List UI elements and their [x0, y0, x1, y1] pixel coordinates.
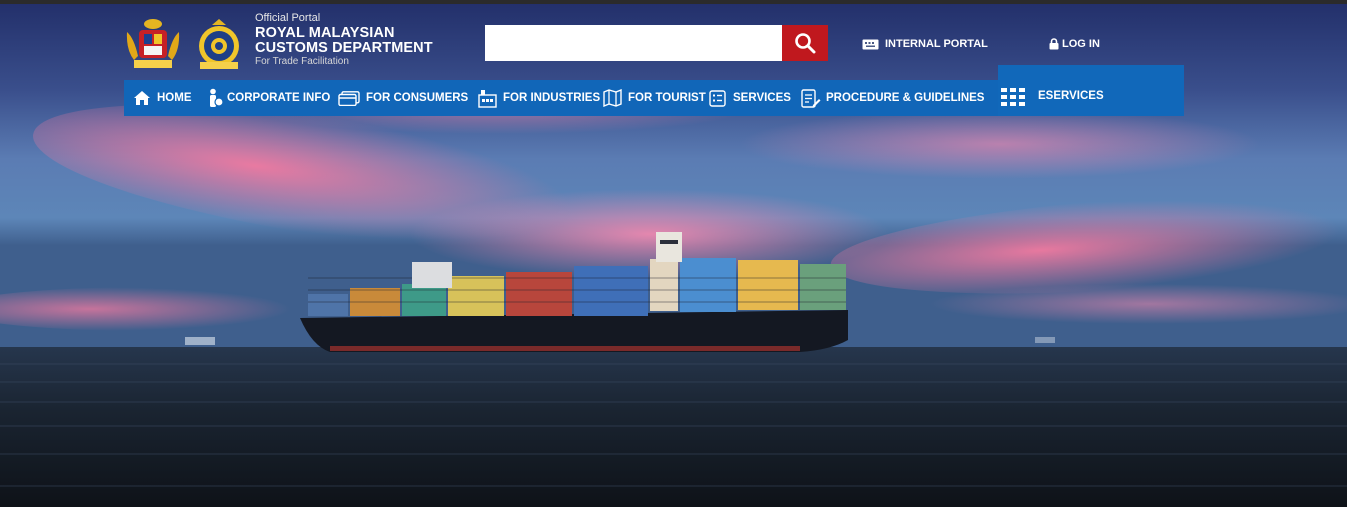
list-icon [709, 89, 726, 107]
document-edit-icon [801, 88, 821, 108]
internal-portal-link[interactable]: INTERNAL PORTAL [862, 38, 988, 50]
logos [124, 16, 248, 72]
main-navigation: HOME CORPORATE INFO FOR CONSUMERS FOR IN… [124, 80, 998, 116]
grid-icon [1001, 88, 1025, 106]
nav-item-label: FOR TOURIST [628, 92, 706, 104]
portal-subtitle: Official Portal [255, 12, 321, 24]
nav-item-home[interactable]: HOME [133, 80, 192, 116]
search-button[interactable] [782, 25, 828, 61]
info-person-icon [210, 88, 224, 107]
nav-item-label: FOR INDUSTRIES [503, 92, 601, 104]
customs-department-logo [199, 19, 239, 69]
nav-item-label: CORPORATE INFO [227, 92, 331, 104]
eservices-label: ESERVICES [1038, 90, 1104, 102]
search-bar [485, 25, 828, 61]
nav-item-label: PROCEDURE & GUIDELINES [826, 92, 985, 104]
nav-item-label: FOR CONSUMERS [366, 92, 469, 104]
site-branding[interactable]: Official Portal ROYAL MALAYSIAN CUSTOMS … [255, 13, 433, 67]
factory-icon [478, 90, 497, 108]
login-label: LOG IN [1062, 38, 1100, 50]
malaysia-coat-of-arms-logo [126, 19, 180, 68]
site-tagline: For Trade Facilitation [255, 56, 349, 67]
nav-item-services[interactable]: SERVICES [709, 80, 791, 116]
nav-item-label: HOME [157, 92, 192, 104]
card-icon [338, 90, 360, 106]
map-icon [603, 89, 622, 107]
nav-item-for-consumers[interactable]: FOR CONSUMERS [338, 80, 468, 116]
nav-item-for-industries[interactable]: FOR INDUSTRIES [478, 80, 600, 116]
keyboard-icon [862, 39, 879, 49]
nav-item-for-tourist[interactable]: FOR TOURIST [603, 80, 706, 116]
site-title-line1: ROYAL MALAYSIAN [255, 25, 395, 41]
nav-item-procedure-guidelines[interactable]: PROCEDURE & GUIDELINES [801, 80, 984, 116]
eservices-tab[interactable]: ESERVICES [998, 65, 1184, 116]
internal-portal-label: INTERNAL PORTAL [885, 38, 988, 50]
nav-item-corporate-info[interactable]: CORPORATE INFO [208, 80, 330, 116]
site-title-line2: CUSTOMS DEPARTMENT [255, 40, 433, 56]
home-icon [134, 91, 150, 105]
search-input[interactable] [485, 25, 782, 61]
lock-icon [1049, 38, 1059, 50]
nav-item-label: SERVICES [733, 92, 791, 104]
search-icon [795, 33, 816, 54]
login-link[interactable]: LOG IN [1049, 38, 1100, 50]
